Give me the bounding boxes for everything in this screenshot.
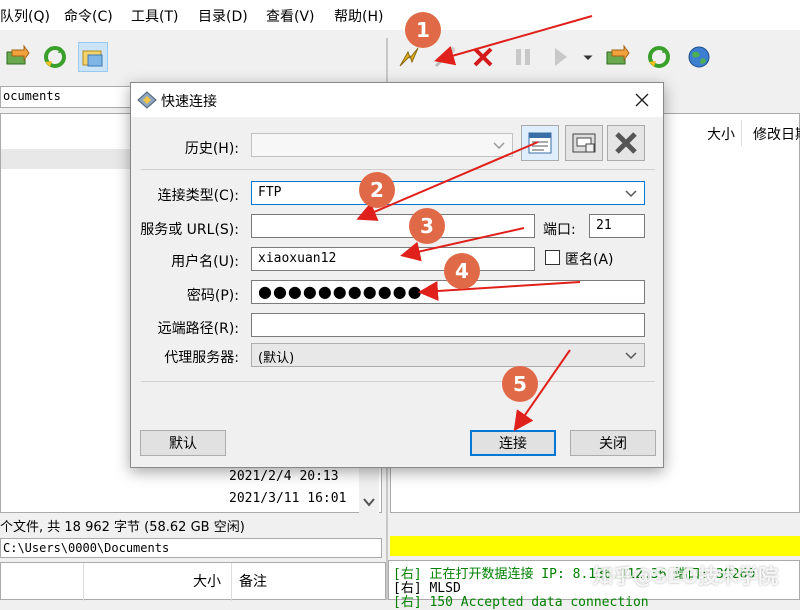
- step-badge-5: 5: [502, 366, 538, 402]
- site-manager-icon[interactable]: [521, 125, 559, 161]
- step-badge-3: 3: [409, 208, 445, 244]
- history-combo: [251, 133, 513, 157]
- menu-tools[interactable]: 工具(T): [131, 6, 178, 26]
- remote-path-label: 远端路径(R):: [157, 321, 239, 337]
- remote-toolbar: [388, 38, 800, 76]
- column-header-size[interactable]: 大小: [707, 124, 735, 144]
- dialog-title: 快速连接: [161, 94, 217, 110]
- app-icon: [137, 91, 157, 109]
- menu-help[interactable]: 帮助(H): [334, 6, 383, 26]
- queue-list: 大小 备注: [0, 562, 386, 601]
- anonymous-checkbox[interactable]: [545, 250, 560, 265]
- scroll-down-icon: [363, 498, 375, 507]
- connect-button[interactable]: 连接: [470, 430, 556, 456]
- column-divider: [83, 563, 84, 601]
- local-toolbar: [0, 38, 386, 76]
- username-label: 用户名(U):: [171, 254, 239, 270]
- folder-sync-icon[interactable]: [78, 42, 108, 72]
- file-date: 2021/3/11 16:01: [229, 491, 347, 506]
- history-label: 历史(H):: [184, 141, 239, 157]
- selected-row[interactable]: [1, 149, 131, 169]
- proxy-value: (默认): [258, 351, 295, 366]
- conn-type-label: 连接类型(C):: [157, 188, 239, 204]
- step-badge-4: 4: [444, 253, 480, 289]
- file-date: 2021/2/4 20:13: [229, 469, 339, 484]
- transfer-icon[interactable]: [602, 42, 632, 72]
- quick-connect-dialog: 快速连接 历史(H): 连接类型(C): FTP 服务或 URL(S): 端口:…: [130, 82, 664, 468]
- default-button[interactable]: 默认: [140, 430, 226, 456]
- save-site-icon[interactable]: [565, 125, 603, 161]
- menu-directory[interactable]: 目录(D): [198, 6, 248, 26]
- log-line: [右] 150 Accepted data connection: [393, 595, 649, 610]
- local-status: 个文件, 共 18 962 字节 (58.62 GB 空闲): [0, 520, 245, 535]
- dialog-titlebar[interactable]: 快速连接: [131, 83, 663, 117]
- upload-icon[interactable]: [2, 42, 32, 72]
- remote-path-input[interactable]: [251, 313, 645, 337]
- menu-command[interactable]: 命令(C): [64, 6, 113, 26]
- close-button[interactable]: 关闭: [570, 430, 656, 456]
- watermark: 知乎@SEO技术学院: [593, 564, 779, 588]
- refresh-icon[interactable]: [40, 42, 70, 72]
- divider: [141, 169, 655, 170]
- column-header-size[interactable]: 大小: [193, 571, 221, 591]
- pause-icon: [508, 42, 538, 72]
- remote-status-bar: [390, 536, 800, 556]
- step-badge-2: 2: [359, 172, 395, 208]
- port-input[interactable]: 21: [589, 214, 645, 238]
- server-label: 服务或 URL(S):: [140, 222, 239, 238]
- step-badge-1: 1: [405, 12, 441, 48]
- chevron-down-icon: [625, 352, 637, 360]
- column-header-note[interactable]: 备注: [239, 571, 267, 591]
- chevron-down-icon: [625, 190, 637, 198]
- skip-icon: [546, 42, 576, 72]
- column-divider: [231, 563, 232, 601]
- port-label: 端口:: [543, 222, 576, 238]
- password-input[interactable]: ●●●●●●●●●●●: [251, 280, 645, 304]
- chevron-down-icon: [493, 142, 505, 150]
- divider: [141, 381, 655, 382]
- conn-type-select[interactable]: FTP: [251, 181, 645, 205]
- username-input[interactable]: xiaoxuan12: [251, 247, 535, 271]
- delete-history-icon[interactable]: [607, 125, 645, 161]
- column-header-modified[interactable]: 修改日期: [753, 124, 800, 144]
- password-label: 密码(P):: [186, 288, 239, 304]
- anonymous-label[interactable]: 匿名(A): [565, 249, 614, 269]
- menu-bar: 队列(Q) 命令(C) 工具(T) 目录(D) 查看(V) 帮助(H): [0, 0, 800, 30]
- server-input[interactable]: [251, 214, 535, 238]
- column-divider: [741, 120, 742, 146]
- reconnect-icon: [430, 42, 460, 72]
- close-icon[interactable]: [635, 93, 649, 107]
- sync-icon[interactable]: [644, 42, 674, 72]
- menu-view[interactable]: 查看(V): [266, 6, 315, 26]
- chevron-down-icon[interactable]: [580, 42, 596, 72]
- conn-type-value: FTP: [258, 185, 282, 200]
- proxy-select[interactable]: (默认): [251, 343, 645, 367]
- proxy-label: 代理服务器:: [164, 350, 239, 366]
- globe-icon[interactable]: [684, 42, 714, 72]
- local-path-bottom: C:\Users\0000\Documents: [0, 538, 382, 558]
- disconnect-icon[interactable]: [468, 42, 498, 72]
- menu-queue[interactable]: 队列(Q): [0, 6, 50, 26]
